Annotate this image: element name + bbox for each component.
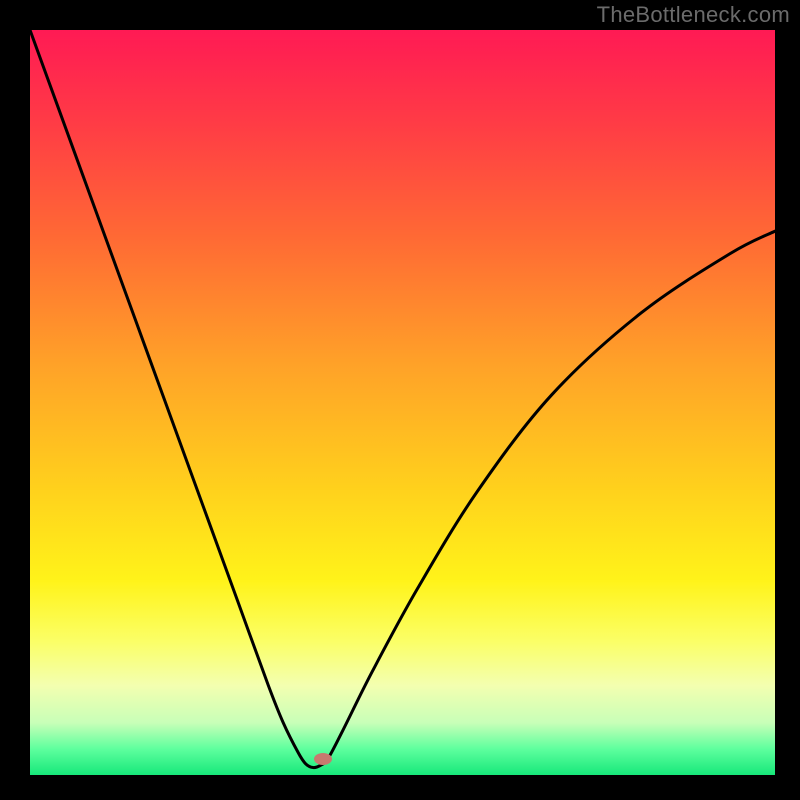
plot-svg [30, 30, 775, 775]
chart-frame: TheBottleneck.com [0, 0, 800, 800]
gradient-background [30, 30, 775, 775]
optimal-marker [314, 753, 332, 765]
watermark-text: TheBottleneck.com [597, 2, 790, 28]
plot-area [30, 30, 775, 775]
